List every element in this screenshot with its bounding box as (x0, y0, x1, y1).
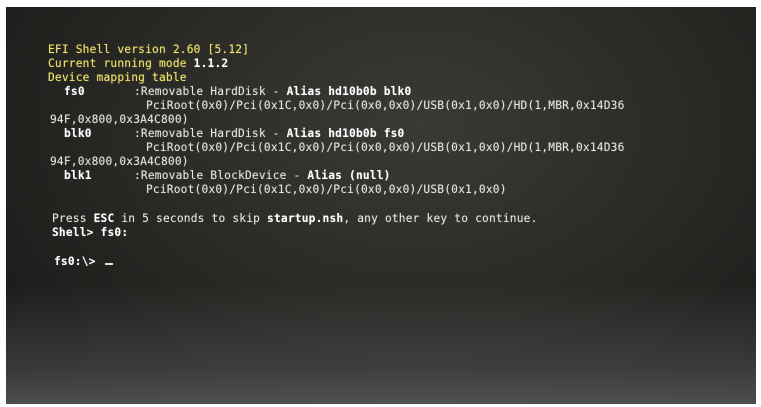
device-path-cont-fs0: 94F,0x800,0x3A4C800) (50, 113, 189, 126)
device-path-text: PciRoot(0x0)/Pci(0x1C,0x0)/Pci(0x0,0x0)/… (146, 141, 625, 154)
device-name: fs0 (64, 85, 85, 98)
device-desc: :Removable BlockDevice - (134, 169, 308, 182)
device-name: blk1 (64, 169, 92, 182)
photo-frame: EFI Shell version 2.60 [5.12] Current ru… (0, 0, 761, 407)
shell-command-text: Shell> fs0: (52, 226, 129, 239)
device-path-blk0: PciRoot(0x0)/Pci(0x1C,0x0)/Pci(0x0,0x0)/… (146, 141, 625, 154)
startup-middle: in 5 seconds to skip (114, 212, 268, 225)
terminal-screen[interactable]: EFI Shell version 2.60 [5.12] Current ru… (6, 7, 756, 404)
prompt-text: fs0:\> (54, 255, 103, 268)
mapping-table-title: Device mapping table (48, 71, 187, 84)
startup-press: Press (52, 212, 94, 225)
device-path-text: PciRoot(0x0)/Pci(0x1C,0x0)/Pci(0x0,0x0)/… (146, 99, 625, 112)
command-prompt[interactable]: fs0:\> (54, 255, 113, 268)
running-mode-value: 1.1.2 (193, 57, 229, 70)
running-mode-label: Current running mode (48, 57, 194, 70)
device-path-blk1: PciRoot(0x0)/Pci(0x1C,0x0)/Pci(0x0,0x0)/… (146, 183, 507, 196)
startup-end: , any other key to continue. (343, 212, 538, 225)
device-path-cont-text: 94F,0x800,0x3A4C800) (50, 113, 189, 126)
running-mode-line: Current running mode 1.1.2 (48, 57, 228, 70)
device-alias: Alias (null) (307, 169, 391, 182)
device-entry-blk0: blk0 :Removable HardDisk - Alias hd10b0b … (64, 127, 405, 140)
device-entry-blk1: blk1 :Removable BlockDevice - Alias (null… (64, 169, 391, 182)
device-desc: :Removable HardDisk - (134, 127, 287, 140)
device-alias: Alias hd10b0b fs0 (286, 127, 405, 140)
device-desc: :Removable HardDisk - (134, 85, 287, 98)
startup-script-name: startup.nsh (267, 212, 344, 225)
shell-version-text: EFI Shell version 2.60 [5.12] (48, 43, 250, 56)
text-cursor (104, 263, 113, 265)
device-path-text: PciRoot(0x0)/Pci(0x1C,0x0)/Pci(0x0,0x0)/… (146, 183, 507, 196)
device-path-fs0: PciRoot(0x0)/Pci(0x1C,0x0)/Pci(0x0,0x0)/… (146, 99, 625, 112)
startup-message: Press ESC in 5 seconds to skip startup.n… (52, 212, 538, 225)
shell-command-line: Shell> fs0: (52, 226, 128, 239)
device-path-cont-blk0: 94F,0x800,0x3A4C800) (50, 155, 189, 168)
device-alias: Alias hd10b0b blk0 (286, 85, 412, 98)
shell-version-line: EFI Shell version 2.60 [5.12] (48, 43, 249, 56)
device-entry-fs0: fs0 :Removable HardDisk - Alias hd10b0b b… (64, 85, 411, 98)
mapping-table-title-text: Device mapping table (48, 71, 187, 84)
device-name: blk0 (64, 127, 92, 140)
startup-esc-key: ESC (93, 212, 115, 225)
device-path-cont-text: 94F,0x800,0x3A4C800) (50, 155, 189, 168)
